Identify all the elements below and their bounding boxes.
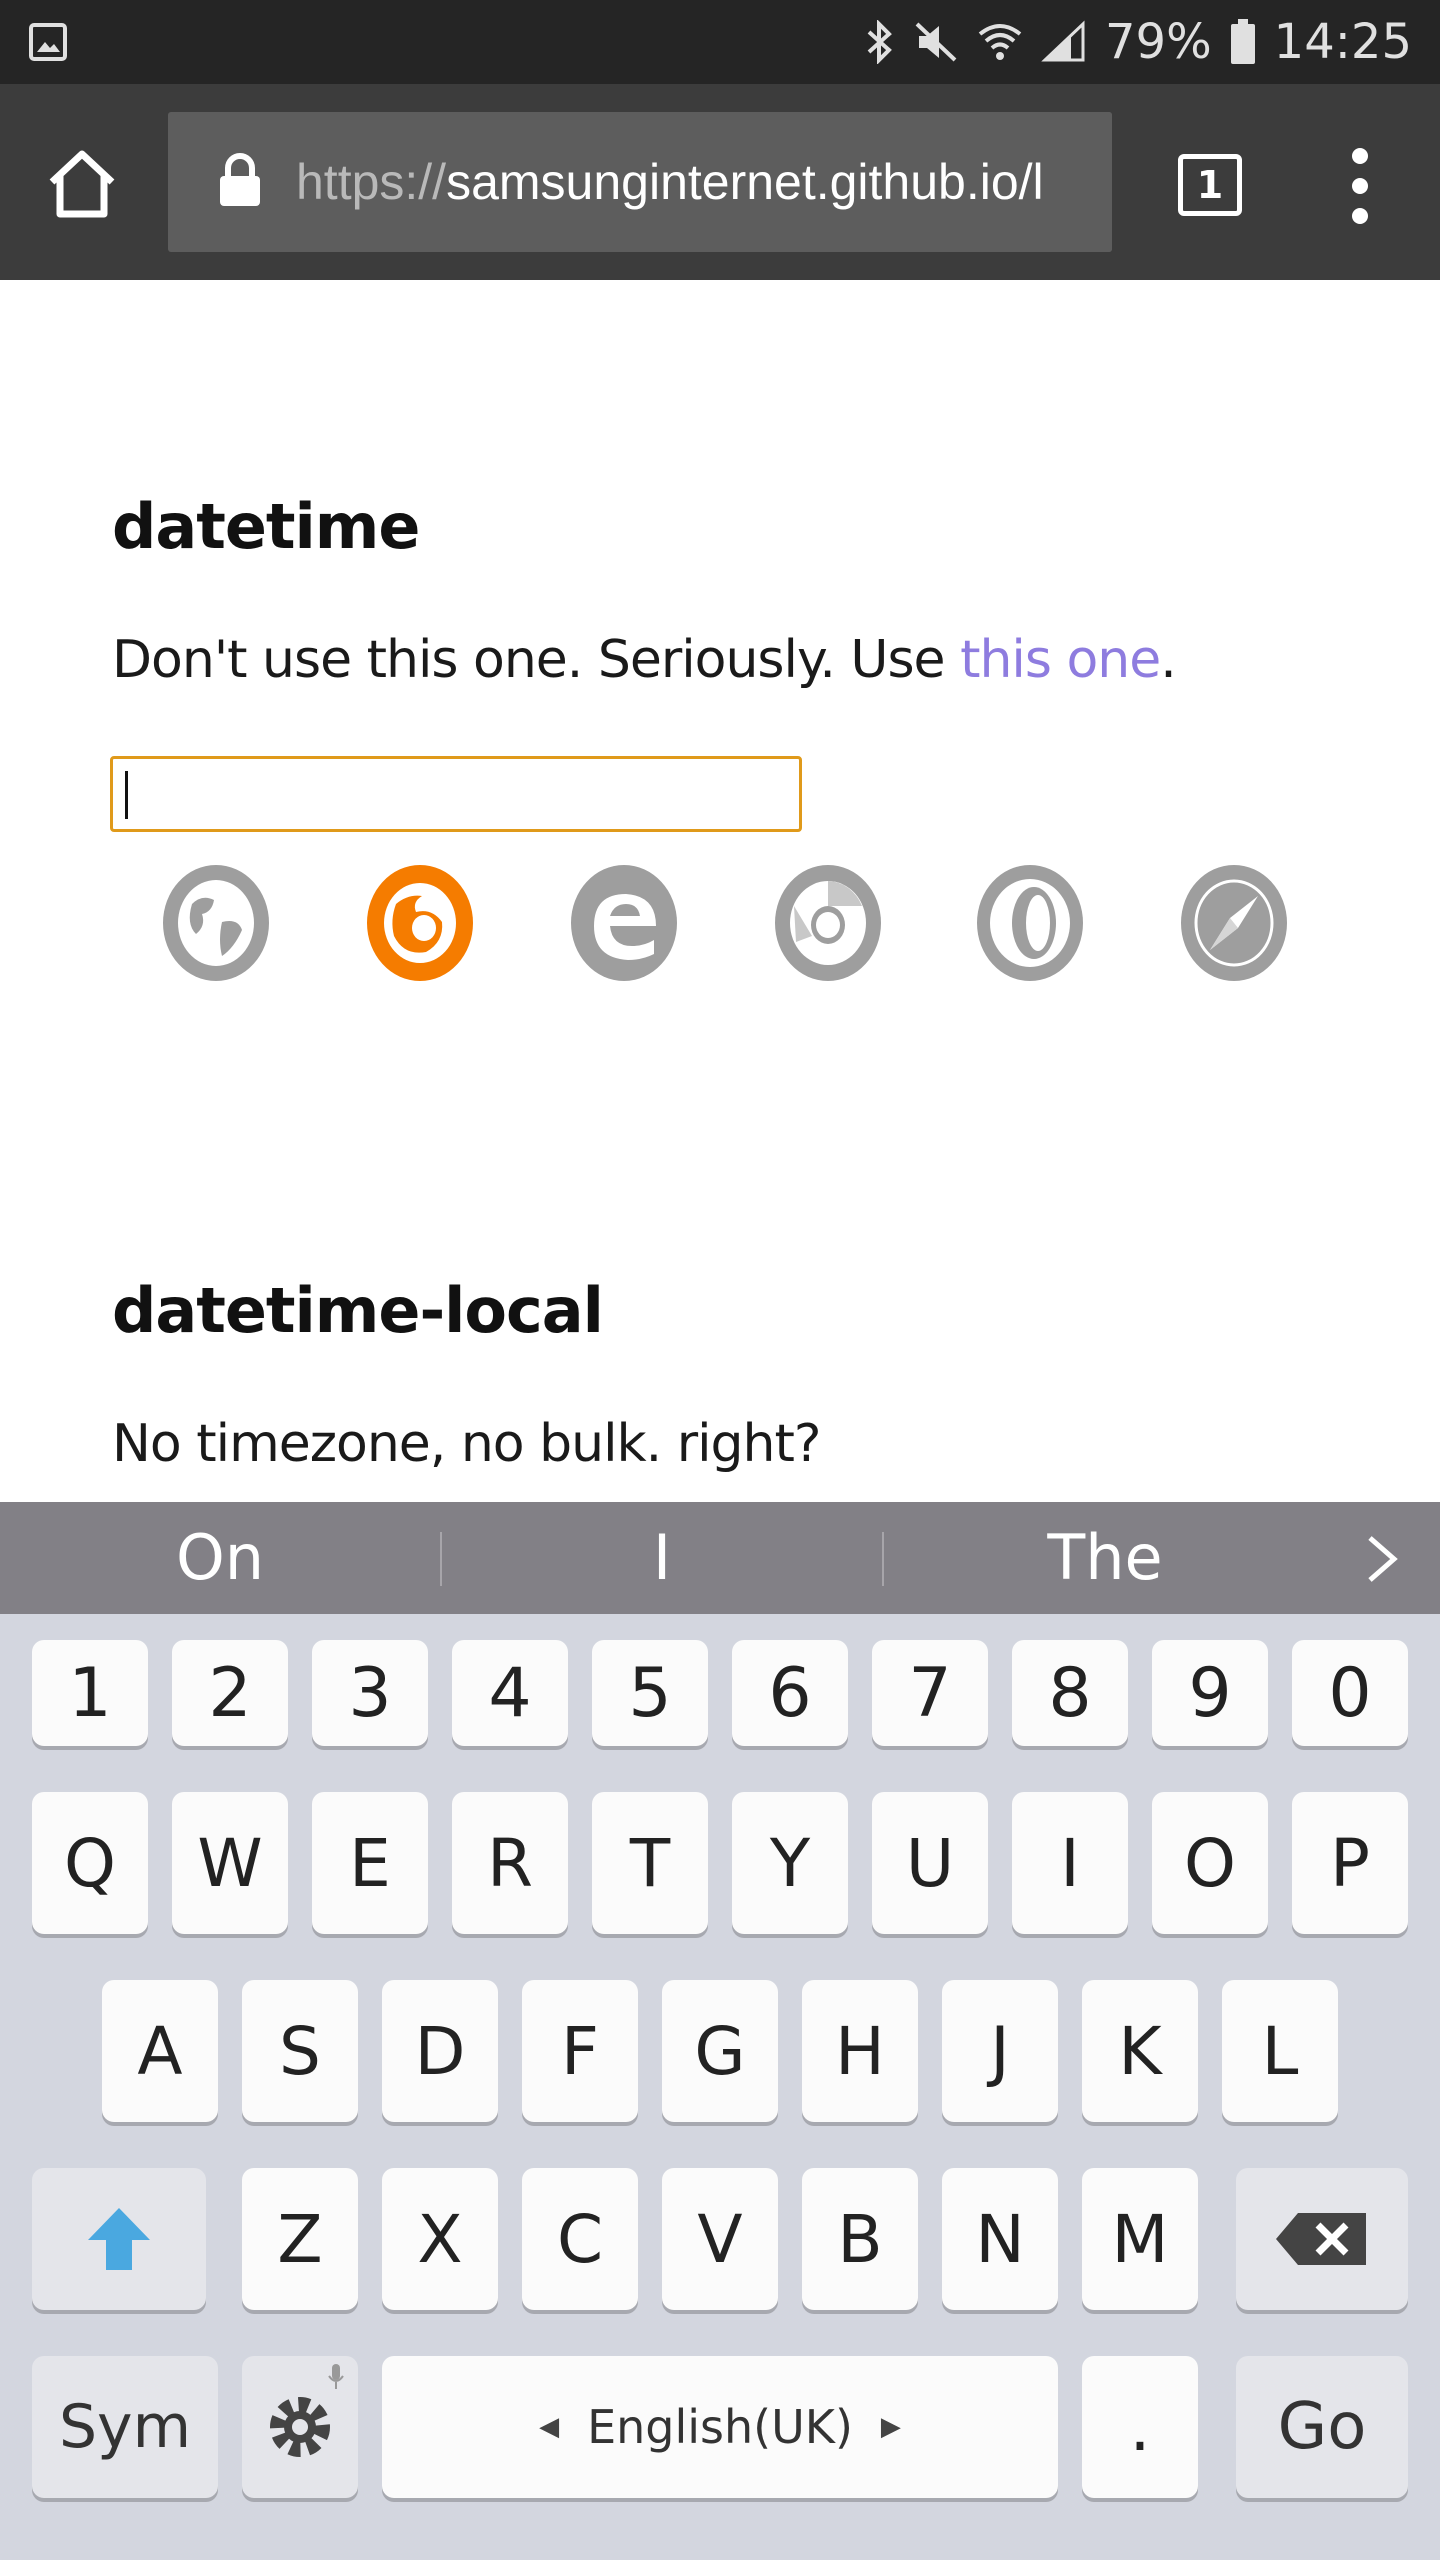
key-p[interactable]: P [1292, 1792, 1408, 1934]
opera-icon [977, 865, 1083, 981]
left-triangle-icon: ◀ [539, 2412, 560, 2442]
browser-toolbar: https://samsunginternet.github.io/l 1 [0, 84, 1440, 280]
section-title-datetime-local: datetime-local [112, 1274, 604, 1347]
key-f[interactable]: F [522, 1980, 638, 2122]
chevron-right-icon[interactable] [1362, 1534, 1402, 1584]
gallery-icon [29, 23, 67, 61]
period-key[interactable]: . [1082, 2356, 1198, 2498]
status-bar: 79% 14:25 [0, 0, 1440, 84]
key-3[interactable]: 3 [312, 1640, 428, 1746]
key-7[interactable]: 7 [872, 1640, 988, 1746]
firefox-icon [367, 865, 473, 981]
space-key[interactable]: ◀ English(UK) ▶ [382, 2356, 1058, 2498]
key-6[interactable]: 6 [732, 1640, 848, 1746]
key-1[interactable]: 1 [32, 1640, 148, 1746]
url-fade [1052, 112, 1112, 252]
url-text: https://samsunginternet.github.io/l [296, 112, 1044, 252]
battery-icon [1230, 19, 1255, 64]
description-text: Don't use this one. Seriously. Use [112, 630, 961, 690]
key-m[interactable]: M [1082, 2168, 1198, 2310]
key-g[interactable]: G [662, 1980, 778, 2122]
key-q[interactable]: Q [32, 1792, 148, 1934]
key-o[interactable]: O [1152, 1792, 1268, 1934]
go-key[interactable]: Go [1236, 2356, 1408, 2498]
key-n[interactable]: N [942, 2168, 1058, 2310]
url-scheme: https:// [296, 154, 447, 210]
suggestion-bar: On I The [0, 1502, 1440, 1614]
key-d[interactable]: D [382, 1980, 498, 2122]
page-content: datetime Don't use this one. Seriously. … [0, 280, 1440, 1502]
key-v[interactable]: V [662, 2168, 778, 2310]
key-a[interactable]: A [102, 1980, 218, 2122]
section-title-datetime: datetime [112, 490, 420, 563]
key-c[interactable]: C [522, 2168, 638, 2310]
clock: 14:25 [1273, 14, 1412, 70]
backspace-key[interactable] [1236, 2168, 1408, 2310]
address-bar[interactable]: https://samsunginternet.github.io/l [168, 112, 1112, 252]
language-label: English(UK) [587, 2400, 853, 2454]
edge-icon [571, 865, 677, 981]
sym-key[interactable]: Sym [32, 2356, 218, 2498]
key-0[interactable]: 0 [1292, 1640, 1408, 1746]
description-period: . [1160, 630, 1177, 690]
this-one-link[interactable]: this one [960, 630, 1161, 690]
shift-key[interactable] [32, 2168, 206, 2310]
key-h[interactable]: H [802, 1980, 918, 2122]
key-9[interactable]: 9 [1152, 1640, 1268, 1746]
battery-percent: 79% [1104, 14, 1212, 70]
key-8[interactable]: 8 [1012, 1640, 1128, 1746]
bluetooth-icon [867, 20, 892, 64]
shift-arrow-icon [88, 2208, 150, 2270]
key-e[interactable]: E [312, 1792, 428, 1934]
key-r[interactable]: R [452, 1792, 568, 1934]
signal-icon [1041, 20, 1085, 62]
right-triangle-icon: ▶ [880, 2412, 901, 2442]
menu-icon[interactable] [1336, 148, 1384, 224]
tabs-button[interactable]: 1 [1178, 154, 1242, 216]
safari-icon [1181, 865, 1287, 981]
key-x[interactable]: X [382, 2168, 498, 2310]
key-w[interactable]: W [172, 1792, 288, 1934]
key-4[interactable]: 4 [452, 1640, 568, 1746]
key-k[interactable]: K [1082, 1980, 1198, 2122]
sym-label: Sym [58, 2392, 192, 2462]
section-description-datetime-local: No timezone, no bulk. right? [112, 1414, 822, 1474]
keyboard: 1 2 3 4 5 6 7 8 9 0 Q W E R T Y U I O P … [0, 1614, 1440, 2560]
mute-icon [915, 22, 957, 62]
key-b[interactable]: B [802, 2168, 918, 2310]
suggestion-2[interactable]: I [442, 1502, 882, 1614]
key-5[interactable]: 5 [592, 1640, 708, 1746]
space-label: ◀ English(UK) ▶ [539, 2400, 901, 2454]
url-host: samsunginternet.github.io/l [446, 154, 1044, 210]
chrome-icon [775, 865, 881, 981]
key-t[interactable]: T [592, 1792, 708, 1934]
datetime-input[interactable] [110, 756, 802, 832]
text-caret [125, 771, 128, 819]
key-2[interactable]: 2 [172, 1640, 288, 1746]
backspace-icon [1276, 2213, 1366, 2265]
go-label: Go [1277, 2390, 1367, 2464]
key-u[interactable]: U [872, 1792, 988, 1934]
suggestion-3[interactable]: The [884, 1502, 1326, 1614]
key-l[interactable]: L [1222, 1980, 1338, 2122]
section-description-datetime: Don't use this one. Seriously. Use this … [112, 630, 1177, 690]
gear-icon [270, 2397, 330, 2457]
key-j[interactable]: J [942, 1980, 1058, 2122]
settings-key[interactable] [242, 2356, 358, 2498]
wifi-icon [978, 24, 1022, 60]
mic-icon [328, 2364, 344, 2389]
key-y[interactable]: Y [732, 1792, 848, 1934]
key-i[interactable]: I [1012, 1792, 1128, 1934]
home-icon[interactable] [44, 146, 120, 222]
samsung-internet-icon [163, 865, 269, 981]
key-s[interactable]: S [242, 1980, 358, 2122]
lock-icon [220, 153, 260, 206]
suggestion-1[interactable]: On [0, 1502, 440, 1614]
key-z[interactable]: Z [242, 2168, 358, 2310]
